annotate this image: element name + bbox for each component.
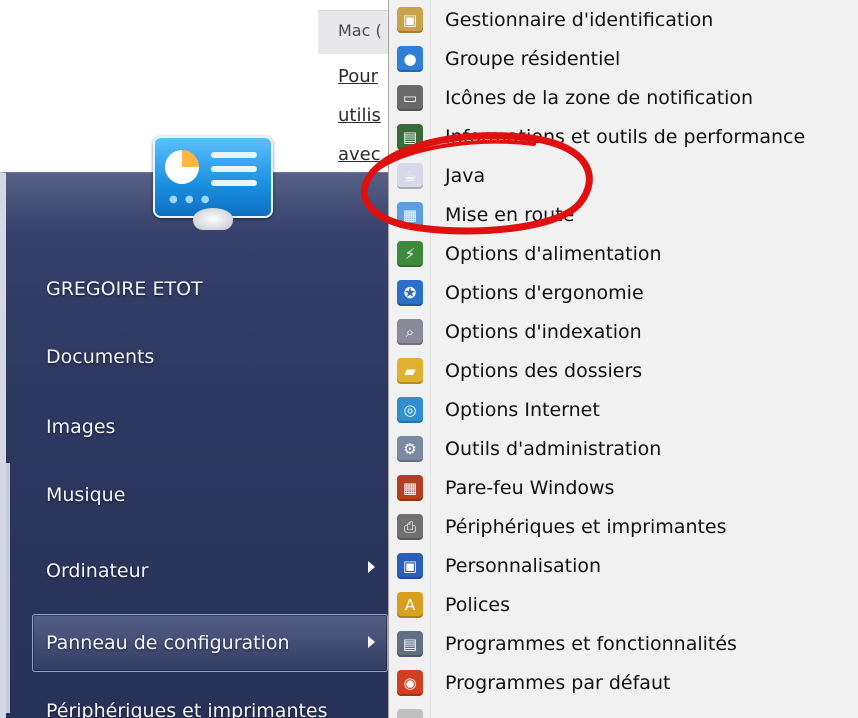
control-panel-item[interactable]: A Polices <box>389 587 858 626</box>
control-panel-item-label: Personnalisation <box>445 555 602 577</box>
background-window-header-text: Mac ( <box>338 21 382 40</box>
control-panel-item-label: Mise en route <box>445 204 575 226</box>
default-programs-icon: ◉ <box>397 670 423 696</box>
start-menu-item-panneau-de-configuration[interactable]: Panneau de configuration <box>46 632 290 654</box>
control-panel-item[interactable]: ▣ Personnalisation <box>389 548 858 587</box>
background-link-2[interactable]: utilis <box>338 105 381 126</box>
control-panel-item-label: Groupe résidentiel <box>445 48 621 70</box>
control-panel-item[interactable]: ▭ Icônes de la zone de notification <box>389 80 858 119</box>
ease-of-access-icon: ✪ <box>397 280 423 306</box>
control-panel-item-label: Pare-feu Windows <box>445 477 615 499</box>
start-menu-item-ordinateur[interactable]: Ordinateur <box>46 560 148 582</box>
control-panel-item-label: Informations et outils de performance <box>445 126 806 148</box>
vault-icon: ▣ <box>397 7 423 33</box>
firewall-icon: ▦ <box>397 475 423 501</box>
folder-options-icon: ▰ <box>397 358 423 384</box>
control-panel-item-label: Options d'alimentation <box>445 243 662 265</box>
personalization-icon: ▣ <box>397 553 423 579</box>
control-panel-item-label: Gestionnaire d'identification <box>445 9 714 31</box>
control-panel-item[interactable]: ▤ Informations et outils de performance <box>389 119 858 158</box>
control-panel-item-label: Polices <box>445 594 510 616</box>
monitor-stand-icon <box>193 208 233 230</box>
control-panel-item[interactable]: ▦ Mise en route <box>389 197 858 236</box>
pie-chart-icon <box>165 150 199 184</box>
control-panel-picture-icon: ● ● ● <box>153 136 273 232</box>
control-panel-item-label: Outils d'administration <box>445 438 662 460</box>
pane-edge <box>6 463 10 713</box>
start-menu-item-peripheriques[interactable]: Périphériques et imprimantes <box>46 700 328 718</box>
control-panel-item-label: Options d'indexation <box>445 321 642 343</box>
internet-options-icon: ◎ <box>397 397 423 423</box>
start-menu-user-name[interactable]: GREGOIRE ETOT <box>46 278 203 300</box>
performance-icon: ▤ <box>397 124 423 150</box>
control-panel-item-label: Icônes de la zone de notification <box>445 87 754 109</box>
printer-icon: ⎙ <box>397 514 423 540</box>
control-panel-item[interactable]: ◉ Programmes par défaut <box>389 665 858 704</box>
notification-area-icon: ▭ <box>397 85 423 111</box>
control-panel-item[interactable]: ✪ Options d'ergonomie <box>389 275 858 314</box>
getting-started-icon: ▦ <box>397 202 423 228</box>
control-panel-item[interactable]: ▦ Pare-feu Windows <box>389 470 858 509</box>
admin-tools-icon: ⚙ <box>397 436 423 462</box>
background-link-1[interactable]: Pour <box>338 66 378 87</box>
control-panel-item-label: Périphériques et imprimantes <box>445 516 727 538</box>
submenu-arrow-icon <box>368 636 375 648</box>
control-panel-item[interactable]: ▰ Options des dossiers <box>389 353 858 392</box>
power-options-icon: ⚡ <box>397 241 423 267</box>
control-panel-item-label: Programmes par défaut <box>445 672 671 694</box>
control-panel-item-label: Options des dossiers <box>445 360 643 382</box>
control-panel-item[interactable]: ⎙ Périphériques et imprimantes <box>389 509 858 548</box>
control-panel-item[interactable]: ▤ Programmes et fonctionnalités <box>389 626 858 665</box>
start-menu-item-documents[interactable]: Documents <box>46 346 154 368</box>
control-panel-item[interactable]: ⚙ Outils d'administration <box>389 431 858 470</box>
control-panel-item-label: Options Internet <box>445 399 600 421</box>
control-panel-item[interactable]: ⌕ Options d'indexation <box>389 314 858 353</box>
start-menu-item-images[interactable]: Images <box>46 416 115 438</box>
control-panel-item-label: Programmes et fonctionnalités <box>445 633 737 655</box>
control-panel-item[interactable] <box>389 704 858 718</box>
indexing-icon: ⌕ <box>397 319 423 345</box>
start-menu-item-musique[interactable]: Musique <box>46 484 125 506</box>
monitor-icon: ● ● ● <box>153 136 273 218</box>
control-panel-item-label: Options d'ergonomie <box>445 282 644 304</box>
programs-features-icon: ▤ <box>397 631 423 657</box>
submenu-arrow-icon <box>368 561 375 573</box>
control-panel-item[interactable]: ☕ Java <box>389 158 858 197</box>
next-item-icon <box>397 709 423 718</box>
background-link-3[interactable]: avec <box>338 144 381 165</box>
fonts-icon: A <box>397 592 423 618</box>
control-panel-item[interactable]: ⚡ Options d'alimentation <box>389 236 858 275</box>
control-panel-item-label: Java <box>445 165 486 187</box>
control-panel-item[interactable]: ● Groupe résidentiel <box>389 41 858 80</box>
control-panel-item[interactable]: ▣ Gestionnaire d'identification <box>389 2 858 41</box>
control-panel-submenu: ▣ Gestionnaire d'identification ● Groupe ré… <box>388 0 858 718</box>
homegroup-icon: ● <box>397 46 423 72</box>
java-icon: ☕ <box>397 163 423 189</box>
control-panel-item[interactable]: ◎ Options Internet <box>389 392 858 431</box>
